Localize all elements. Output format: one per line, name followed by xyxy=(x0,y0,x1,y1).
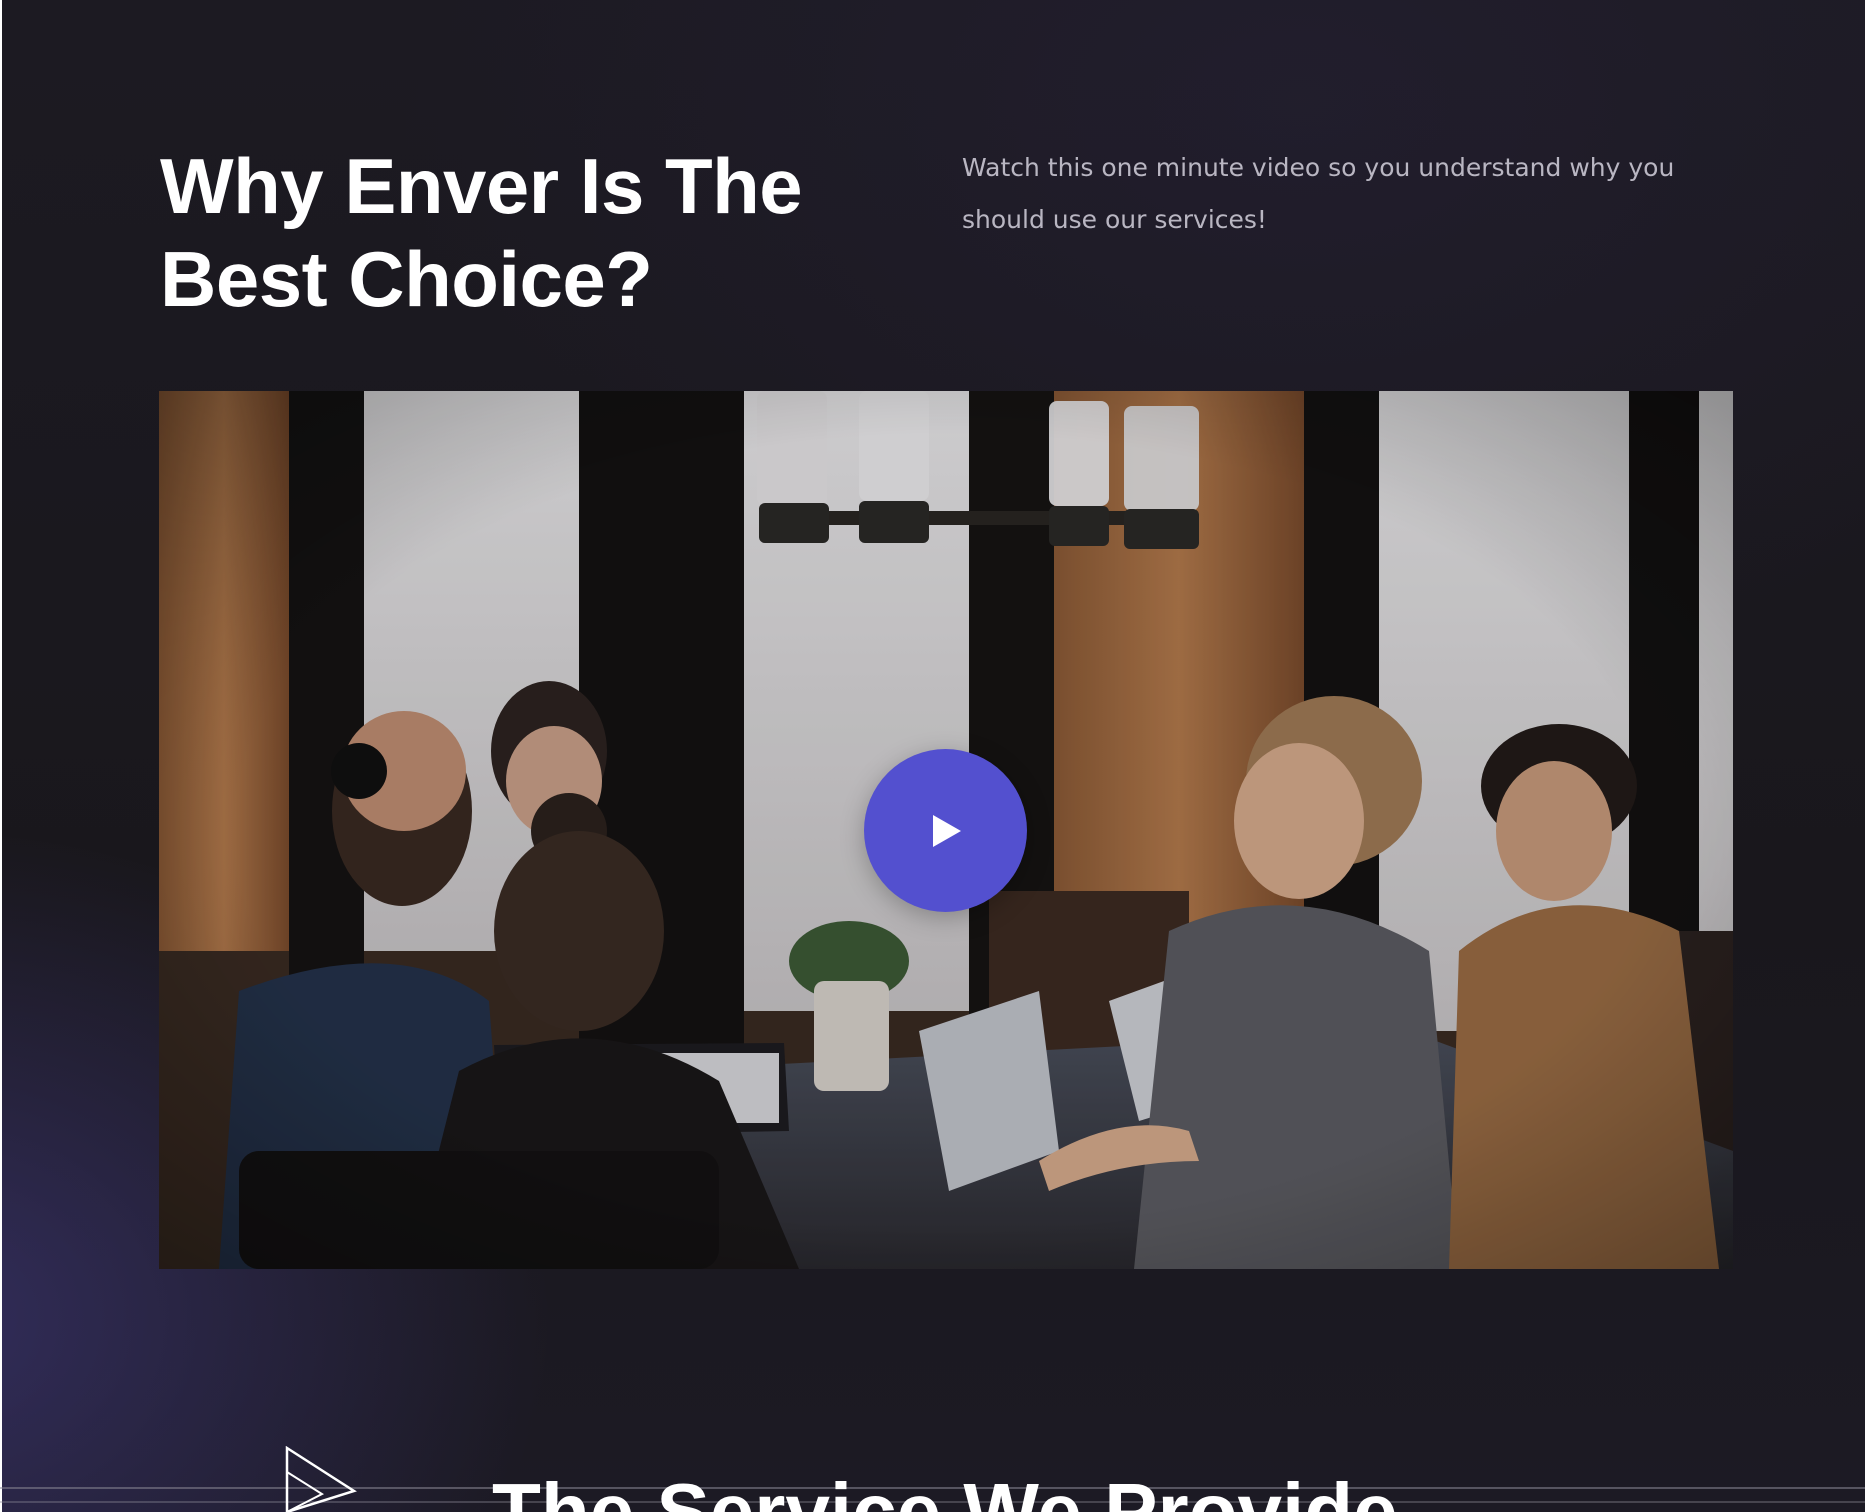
play-icon xyxy=(933,815,961,847)
page: Why Enver Is The Best Choice? Watch this… xyxy=(0,0,1865,1512)
section-lead-text: Watch this one minute video so you under… xyxy=(962,153,1675,234)
play-outline-icon xyxy=(285,1446,357,1512)
page-left-border xyxy=(0,0,2,1512)
next-section-title: The Service We Provide xyxy=(492,1467,1398,1512)
section-heading: Why Enver Is The Best Choice? xyxy=(160,142,803,323)
play-button[interactable] xyxy=(864,749,1027,912)
